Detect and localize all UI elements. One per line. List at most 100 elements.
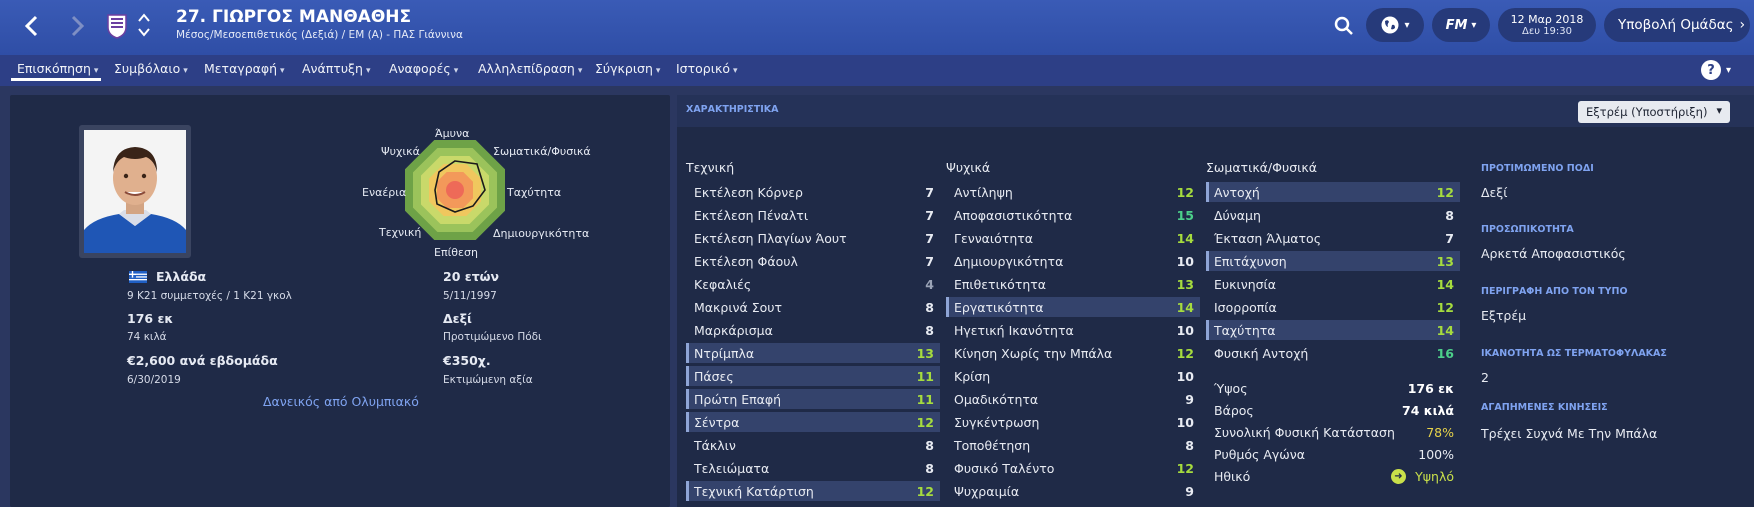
wage-value: €2,600 ανά εβδομάδα	[127, 353, 278, 368]
attribute-row[interactable]: Ηγετική Ικανότητα 10	[946, 320, 1200, 340]
tab-contract[interactable]: Συμβόλαιο ▾	[114, 61, 188, 76]
loan-note-link[interactable]: Δανεικός από Ολυμπιακό	[263, 394, 419, 409]
attribute-row[interactable]: Τελειώματα 8	[686, 458, 940, 478]
attribute-row[interactable]: Ταχύτητα 14	[1206, 320, 1460, 340]
tab-reports[interactable]: Αναφορές ▾	[389, 61, 458, 76]
forward-arrow-icon[interactable]	[65, 12, 91, 40]
attribute-row[interactable]: Μακρινά Σουτ 8	[686, 297, 940, 317]
attribute-row[interactable]: Αποφασιστικότητα 15	[946, 205, 1200, 225]
radar-label-speed: Ταχύτητα	[507, 186, 562, 199]
tab-label: Συμβόλαιο	[114, 61, 181, 76]
attribute-row[interactable]: Αντοχή 12	[1206, 182, 1460, 202]
attribute-value: 12	[1436, 300, 1454, 315]
tab-development[interactable]: Ανάπτυξη ▾	[302, 61, 370, 76]
help-button[interactable]: ? ▾	[1696, 58, 1736, 82]
goalkeeper-rating-heading: ΙΚΑΝΟΤΗΤΑ ΩΣ ΤΕΡΜΑΤΟΦΥΛΑΚΑΣ	[1481, 348, 1667, 359]
attribute-row[interactable]: Ισορροπία 12	[1206, 297, 1460, 317]
chevron-down-icon: ▾	[1716, 104, 1722, 117]
back-arrow-icon[interactable]	[18, 12, 44, 40]
tab-label: Ιστορικό	[676, 61, 730, 76]
chevron-down-icon: ▾	[183, 66, 188, 76]
preferred-foot-heading: ΠΡΟΤΙΜΩΜΕΝΟ ΠΟΔΙ	[1481, 163, 1594, 174]
attribute-row[interactable]: Επιτάχυνση 13	[1206, 251, 1460, 271]
attribute-row[interactable]: Φυσική Αντοχή 16	[1206, 343, 1460, 363]
attribute-row[interactable]: Δημιουργικότητα 10	[946, 251, 1200, 271]
tab-comparison[interactable]: Σύγκριση ▾	[595, 61, 660, 76]
tab-interaction[interactable]: Αλληλεπίδραση ▾	[478, 61, 582, 76]
nationality[interactable]: Ελλάδα	[156, 269, 206, 284]
attribute-name: Εκτέλεση Κόρνερ	[694, 185, 803, 200]
attribute-value: 12	[1176, 346, 1194, 361]
attribute-value: Υψηλό	[1415, 469, 1454, 484]
fm-menu-button[interactable]: FM ▾	[1432, 8, 1490, 42]
current-time: Δευ 19:30	[1521, 25, 1573, 37]
attribute-value: 12	[1176, 185, 1194, 200]
attributes-section-title: ΧΑΡΑΚΤΗΡΙΣΤΙΚΑ	[686, 104, 779, 115]
morale-icon: ➜	[1391, 469, 1406, 484]
attribute-row[interactable]: Τοποθέτηση 8	[946, 435, 1200, 455]
attribute-row[interactable]: Κεφαλιές 4	[686, 274, 940, 294]
attribute-row[interactable]: Ύψος 176 εκ	[1206, 378, 1460, 398]
attribute-row[interactable]: Έκταση Άλματος 7	[1206, 228, 1460, 248]
attribute-row[interactable]: Ντρίμπλα 13	[686, 343, 940, 363]
attribute-name: Επιτάχυνση	[1214, 254, 1287, 269]
tab-history[interactable]: Ιστορικό ▾	[676, 61, 738, 76]
attribute-row[interactable]: Κίνηση Χωρίς την Μπάλα 12	[946, 343, 1200, 363]
search-icon[interactable]	[1332, 14, 1356, 38]
club-crest-icon[interactable]	[105, 12, 129, 40]
role-dropdown[interactable]: Εξτρέμ (Υποστήριξη) ▾	[1578, 101, 1730, 123]
attribute-value: 7	[925, 185, 934, 200]
attribute-value: 9	[1185, 484, 1194, 499]
attribute-row[interactable]: Πρώτη Επαφή 11	[686, 389, 940, 409]
attribute-row[interactable]: Εκτέλεση Κόρνερ 7	[686, 182, 940, 202]
radar-label-aerial: Εναέρια	[362, 186, 407, 199]
attribute-row[interactable]: Μαρκάρισμα 8	[686, 320, 940, 340]
submit-team-button[interactable]: Υποβολή Ομάδας ›	[1604, 8, 1750, 42]
attribute-value: 12	[916, 484, 934, 499]
attribute-name: Δημιουργικότητα	[954, 254, 1064, 269]
attribute-row[interactable]: Κρίση 10	[946, 366, 1200, 386]
attribute-value: 8	[1445, 208, 1454, 223]
attribute-row[interactable]: Ηθικό Υψηλό ➜	[1206, 466, 1460, 486]
attribute-row[interactable]: Συγκέντρωση 10	[946, 412, 1200, 432]
attribute-name: Ρυθμός Αγώνα	[1214, 447, 1305, 462]
attribute-row[interactable]: Εκτέλεση Πέναλτι 7	[686, 205, 940, 225]
physical-column-title: Σωματικά/Φυσικά	[1206, 160, 1317, 175]
attribute-row[interactable]: Ψυχραιμία 9	[946, 481, 1200, 501]
attribute-row[interactable]: Εργατικότητα 14	[946, 297, 1200, 317]
highlight-bar	[946, 297, 949, 317]
attribute-row[interactable]: Εκτέλεση Φάουλ 7	[686, 251, 940, 271]
attribute-row[interactable]: Γενναιότητα 14	[946, 228, 1200, 248]
attribute-row[interactable]: Αντίληψη 12	[946, 182, 1200, 202]
highlight-bar	[686, 389, 689, 409]
tab-transfer[interactable]: Μεταγραφή ▾	[204, 61, 285, 76]
goalkeeper-rating-value: 2	[1481, 370, 1489, 385]
attribute-row[interactable]: Τάκλιν 8	[686, 435, 940, 455]
attribute-row[interactable]: Ευκινησία 14	[1206, 274, 1460, 294]
attribute-row[interactable]: Εκτέλεση Πλαγίων Άουτ 7	[686, 228, 940, 248]
attribute-row[interactable]: Δύναμη 8	[1206, 205, 1460, 225]
attribute-row[interactable]: Ομαδικότητα 9	[946, 389, 1200, 409]
attribute-name: Βάρος	[1214, 403, 1254, 418]
attribute-name: Ντρίμπλα	[694, 346, 755, 361]
attribute-row[interactable]: Συνολική Φυσική Κατάσταση 78%	[1206, 422, 1460, 442]
attribute-name: Τελειώματα	[694, 461, 770, 476]
globe-menu-button[interactable]: ▾	[1366, 8, 1424, 42]
attribute-row[interactable]: Επιθετικότητα 13	[946, 274, 1200, 294]
attribute-row[interactable]: Τεχνική Κατάρτιση 12	[686, 481, 940, 501]
attribute-row[interactable]: Ρυθμός Αγώνα 100%	[1206, 444, 1460, 464]
attribute-row[interactable]: Σέντρα 12	[686, 412, 940, 432]
attribute-name: Ευκινησία	[1214, 277, 1277, 292]
attribute-row[interactable]: Φυσικό Ταλέντο 12	[946, 458, 1200, 478]
date-display[interactable]: 12 Μαρ 2018 Δευ 19:30	[1498, 8, 1596, 42]
attribute-row[interactable]: Βάρος 74 κιλά	[1206, 400, 1460, 420]
greece-flag-icon	[129, 271, 147, 283]
tab-overview[interactable]: Επισκόπηση ▾	[17, 61, 98, 76]
attribute-value: 10	[1176, 254, 1194, 269]
player-switch-icon[interactable]	[136, 10, 152, 40]
attribute-row[interactable]: Πάσες 11	[686, 366, 940, 386]
attribute-value: 9	[1185, 392, 1194, 407]
chevron-down-icon: ▾	[655, 66, 661, 76]
attribute-value: 100%	[1418, 447, 1454, 462]
attribute-value: 11	[916, 392, 934, 407]
